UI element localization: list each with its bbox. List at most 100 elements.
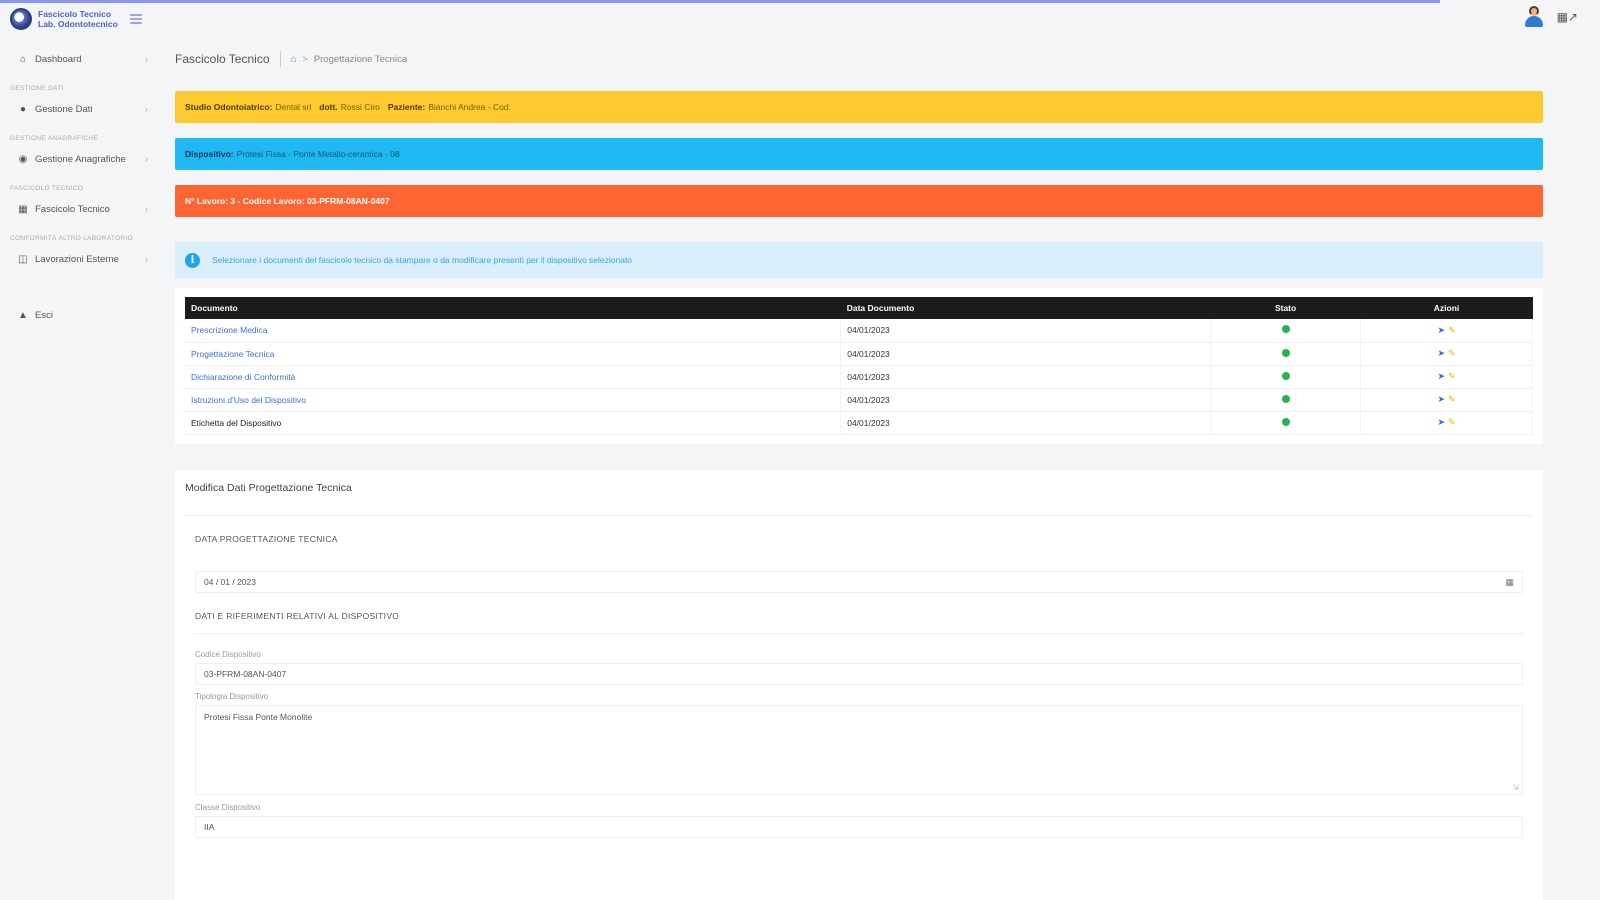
document-link[interactable]: Istruzioni d'Uso del Dispositivo xyxy=(191,395,306,405)
sidebar-item-label: Dashboard xyxy=(35,53,82,65)
brand-text: Fascicolo Tecnico Lab. Odontotecnico xyxy=(38,9,118,29)
status-ok-icon xyxy=(1281,325,1290,334)
dispositivo-value: Protesi Fissa - Ponte Metallo-ceramica -… xyxy=(236,149,400,159)
form-title: Modifica Dati Progettazione Tecnica xyxy=(185,482,352,494)
chevron-right-icon: › xyxy=(145,154,148,164)
topbar-actions: ▦↗ xyxy=(1524,6,1578,28)
view-icon[interactable]: ➤ xyxy=(1437,325,1445,335)
info-message: i Selezionare i documenti del fascicolo … xyxy=(175,242,1543,278)
studio-value: Dental srl xyxy=(275,102,312,112)
classe-dispositivo-input[interactable]: IIA xyxy=(195,816,1523,838)
status-ok-icon xyxy=(1281,394,1290,403)
table-row: Progettazione Tecnica 04/01/2023 ➤ ✎ xyxy=(185,342,1533,366)
chevron-right-icon: › xyxy=(145,204,148,214)
hamburger-menu-icon[interactable] xyxy=(129,14,142,24)
sidebar-item-dashboard[interactable]: ⌂ Dashboard › xyxy=(0,46,162,72)
breadcrumb: Fascicolo Tecnico ⌂ > Progettazione Tecn… xyxy=(175,51,407,67)
brand[interactable]: Fascicolo Tecnico Lab. Odontotecnico xyxy=(0,0,162,38)
paziente-label: Paziente: xyxy=(387,102,426,112)
classe-label: Classe Dispositivo xyxy=(195,803,261,812)
brand-logo xyxy=(10,8,32,30)
home-icon[interactable]: ⌂ xyxy=(291,54,297,65)
status-ok-icon xyxy=(1281,417,1290,426)
chevron-right-icon: › xyxy=(145,254,148,264)
paziente-value: Bianchi Andrea - Cod. xyxy=(428,102,511,112)
dispositivo-label: Dispositivo: xyxy=(185,149,234,159)
column-header-data[interactable]: Data Documento xyxy=(841,297,1211,319)
dispositivo-alert: Dispositivo: Protesi Fissa - Ponte Metal… xyxy=(175,138,1543,170)
table-row: Istruzioni d'Uso del Dispositivo 04/01/2… xyxy=(185,388,1533,412)
codice-value: 03-PFRM-08AN-0407 xyxy=(204,669,287,679)
edit-form-card: Modifica Dati Progettazione Tecnica DATA… xyxy=(175,470,1543,900)
edit-icon[interactable]: ✎ xyxy=(1448,417,1456,427)
status-ok-icon xyxy=(1281,371,1290,380)
sidebar-item-label: Gestione Dati xyxy=(35,103,93,115)
chevron-right-icon: › xyxy=(145,104,148,114)
chevron-right-icon: › xyxy=(145,54,148,64)
studio-label: Studio Odontoiatrico: xyxy=(185,102,273,112)
tipologia-label: Tipologia Dispositivo xyxy=(195,692,269,701)
users-icon: ◉ xyxy=(18,153,28,165)
sidebar-item-label: Lavorazioni Esterne xyxy=(35,253,119,265)
edit-icon[interactable]: ✎ xyxy=(1448,325,1456,335)
form-body: DATA PROGETTAZIONE TECNICA 04 / 01 / 202… xyxy=(185,515,1533,900)
document-link[interactable]: Dichiarazione di Conformità xyxy=(191,372,295,382)
user-icon: ● xyxy=(19,103,27,115)
section-title-dispositivo: DATI E RIFERIMENTI RELATIVI AL DISPOSITI… xyxy=(195,611,1523,634)
document-link[interactable]: Progettazione Tecnica xyxy=(191,349,274,359)
section-title-data: DATA PROGETTAZIONE TECNICA xyxy=(195,534,338,544)
brand-line-2: Lab. Odontotecnico xyxy=(38,19,118,29)
sidebar-item-gestione-anagrafiche[interactable]: ◉ Gestione Anagrafiche › xyxy=(0,146,162,172)
sidebar-section-label: FASCICOLO TECNICO xyxy=(10,185,84,192)
lavoro-alert: N° Lavoro: 3 - Codice Lavoro: 03-PFRM-08… xyxy=(175,185,1543,217)
sidebar-item-gestione-dati[interactable]: ● Gestione Dati › xyxy=(0,96,162,122)
document-date: 04/01/2023 xyxy=(840,319,1212,343)
sidebar-nav: ⌂ Dashboard › GESTIONE DATI ● Gestione D… xyxy=(0,46,162,328)
tipologia-value: Protesi Fissa Ponte Monolite xyxy=(204,712,313,722)
column-header-azioni[interactable]: Azioni xyxy=(1361,297,1533,319)
page-title: Fascicolo Tecnico xyxy=(175,52,270,66)
user-avatar-icon[interactable] xyxy=(1524,6,1543,28)
edit-icon[interactable]: ✎ xyxy=(1448,371,1456,381)
book-icon: ◫ xyxy=(18,253,28,265)
codice-dispositivo-input[interactable]: 03-PFRM-08AN-0407 xyxy=(195,663,1523,685)
view-icon[interactable]: ➤ xyxy=(1437,348,1445,358)
sidebar-item-fascicolo-tecnico[interactable]: ▦ Fascicolo Tecnico › xyxy=(0,196,162,222)
date-input-value: 04 / 01 / 2023 xyxy=(204,577,256,587)
apps-grid-icon[interactable]: ▦↗ xyxy=(1557,10,1578,24)
table-row: Etichetta del Dispositivo 04/01/2023 ➤ ✎ xyxy=(185,411,1533,435)
document-name: Etichetta del Dispositivo xyxy=(185,411,842,435)
document-link[interactable]: Prescrizione Medica xyxy=(191,325,268,335)
table-row: Dichiarazione di Conformità 04/01/2023 ➤… xyxy=(185,365,1533,389)
breadcrumb-divider xyxy=(279,51,281,67)
codice-label: Codice Dispositivo xyxy=(195,650,261,659)
date-input[interactable]: 04 / 01 / 2023 ▦ xyxy=(195,571,1523,593)
table-header-row: Documento Data Documento Stato Azioni xyxy=(185,297,1533,319)
document-date: 04/01/2023 xyxy=(840,365,1212,389)
dott-label: dott. xyxy=(319,102,338,112)
resize-handle-icon[interactable]: ⇲ xyxy=(1512,783,1519,792)
sidebar-item-label: Gestione Anagrafiche xyxy=(35,153,126,165)
edit-icon[interactable]: ✎ xyxy=(1448,394,1456,404)
sidebar-item-label: Esci xyxy=(35,309,53,321)
tipologia-textarea[interactable]: Protesi Fissa Ponte Monolite ⇲ xyxy=(195,705,1523,795)
column-header-stato[interactable]: Stato xyxy=(1211,297,1361,319)
column-header-documento[interactable]: Documento xyxy=(185,297,841,319)
studio-alert: Studio Odontoiatrico: Dental srl dott. R… xyxy=(175,91,1543,123)
dott-value: Rossi Ciro xyxy=(340,102,380,112)
classe-value: IIA xyxy=(204,822,215,832)
status-ok-icon xyxy=(1281,348,1290,357)
sidebar-section-label: CONFORMITÀ ALTRO LABORATORIO xyxy=(10,235,133,242)
edit-icon[interactable]: ✎ xyxy=(1448,348,1456,358)
home-icon: ⌂ xyxy=(19,53,27,65)
sidebar-item-lavorazioni-esterne[interactable]: ◫ Lavorazioni Esterne › xyxy=(0,246,162,272)
calendar-icon[interactable]: ▦ xyxy=(1505,577,1514,588)
chevron-right-icon: > xyxy=(302,54,308,64)
info-text: Selezionare i documenti del fascicolo te… xyxy=(212,255,633,265)
view-icon[interactable]: ➤ xyxy=(1437,394,1445,404)
sidebar-item-logout[interactable]: ▲ Esci xyxy=(0,302,162,328)
view-icon[interactable]: ➤ xyxy=(1437,371,1445,381)
view-icon[interactable]: ➤ xyxy=(1437,417,1445,427)
lock-icon: ▲ xyxy=(18,309,28,321)
sidebar-section-label: GESTIONE DATI xyxy=(10,85,64,92)
